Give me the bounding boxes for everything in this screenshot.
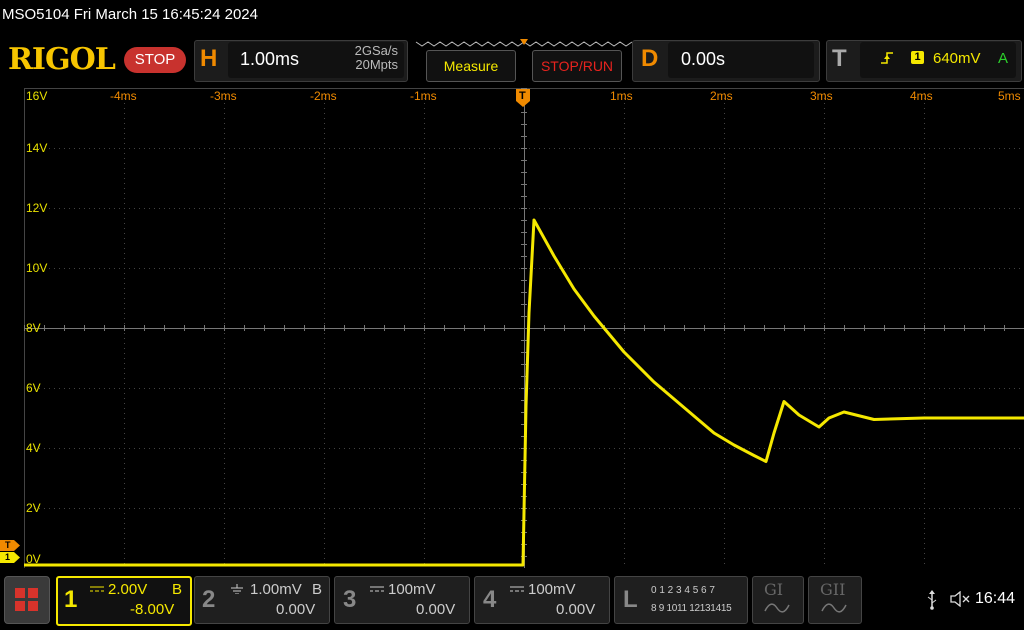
rigol-logo: RIGOL <box>8 42 116 77</box>
dc-coupling-icon <box>90 586 104 592</box>
x-tick-label: 1ms <box>610 89 633 103</box>
y-tick-label: 8V <box>26 321 41 335</box>
dc-coupling-icon <box>370 586 384 592</box>
measure-button[interactable]: Measure <box>426 50 516 82</box>
channel-1-bw-limit: B <box>172 581 183 598</box>
x-tick-label: -1ms <box>410 89 437 103</box>
channel-4-number: 4 <box>483 586 497 613</box>
title-bar: MSO5104 Fri March 15 16:45:24 2024 <box>0 0 1024 30</box>
clock: 16:44 <box>975 590 1016 607</box>
logic-channels-row-2: 8 9 1011 12131415 <box>651 603 732 614</box>
stop-run-button[interactable]: STOP/RUN <box>532 50 622 82</box>
channel-2-bw-limit: B <box>312 581 323 598</box>
x-tick-label: 4ms <box>910 89 933 103</box>
channel-1-offset: -8.00V <box>130 601 175 618</box>
delay-value: 0.00s <box>681 49 726 69</box>
trigger-level: 640mV <box>933 50 981 67</box>
window-title: MSO5104 Fri March 15 16:45:24 2024 <box>2 6 258 23</box>
generator-2-label: GII <box>820 580 846 599</box>
y-tick-label: 16V <box>26 89 48 103</box>
memory-depth: 20Mpts <box>355 57 398 72</box>
channel-1-offset-marker[interactable]: 1 <box>0 552 20 563</box>
channel-2-number: 2 <box>202 586 216 613</box>
sine-wave-icon <box>764 603 790 613</box>
sine-wave-icon <box>821 603 847 613</box>
x-tick-label: -4ms <box>110 89 137 103</box>
trigger-source-badge: 1 <box>911 51 924 64</box>
usb-icon <box>927 590 937 610</box>
trigger-mode: A <box>998 50 1009 67</box>
main-menu-button[interactable] <box>4 576 50 624</box>
y-tick-label: 6V <box>26 381 41 395</box>
y-tick-label: 4V <box>26 441 41 455</box>
channel-4-offset: 0.00V <box>556 601 596 618</box>
y-tick-label: 12V <box>26 201 48 215</box>
trigger-letter: T <box>832 45 847 72</box>
channel-4-scale: 100mV <box>528 581 576 598</box>
speaker-muted-icon[interactable] <box>950 591 970 607</box>
delay-letter: D <box>641 45 659 72</box>
trigger-position-marker[interactable]: T <box>516 89 530 107</box>
timebase-value: 1.00ms <box>240 49 300 69</box>
channel-3-number: 3 <box>343 586 357 613</box>
x-tick-label: 2ms <box>710 89 733 103</box>
y-tick-label: 0V <box>26 552 41 566</box>
y-tick-label: 2V <box>26 501 41 515</box>
trigger-level-marker[interactable]: T <box>0 540 20 551</box>
y-tick-label: 10V <box>26 261 48 275</box>
waveform-display[interactable] <box>24 88 1024 568</box>
trigger-position-strip <box>415 39 633 47</box>
horizontal-letter: H <box>200 45 218 72</box>
y-tick-label: 14V <box>26 141 48 155</box>
x-tick-label: 3ms <box>810 89 833 103</box>
grid-menu-icon <box>15 588 38 611</box>
channel-1-scale: 2.00V <box>108 581 148 598</box>
sample-rate: 2GSa/s <box>354 43 398 58</box>
x-tick-label: -3ms <box>210 89 237 103</box>
x-tick-label: -2ms <box>310 89 337 103</box>
channel-3-offset: 0.00V <box>416 601 456 618</box>
channel-2-offset: 0.00V <box>276 601 316 618</box>
channel-3-scale: 100mV <box>388 581 436 598</box>
rising-edge-icon <box>881 52 893 64</box>
channel-2-scale: 1.00mV <box>250 581 302 598</box>
x-tick-label: 5ms <box>998 89 1021 103</box>
logic-letter: L <box>623 586 638 613</box>
channel-1-number: 1 <box>64 586 78 613</box>
logic-channels-row-1: 0 1 2 3 4 5 6 7 <box>651 585 715 596</box>
generator-1-label: GI <box>764 580 784 599</box>
ground-coupling-icon <box>231 584 243 594</box>
run-state-badge[interactable]: STOP <box>124 47 186 73</box>
dc-coupling-icon <box>510 586 524 592</box>
